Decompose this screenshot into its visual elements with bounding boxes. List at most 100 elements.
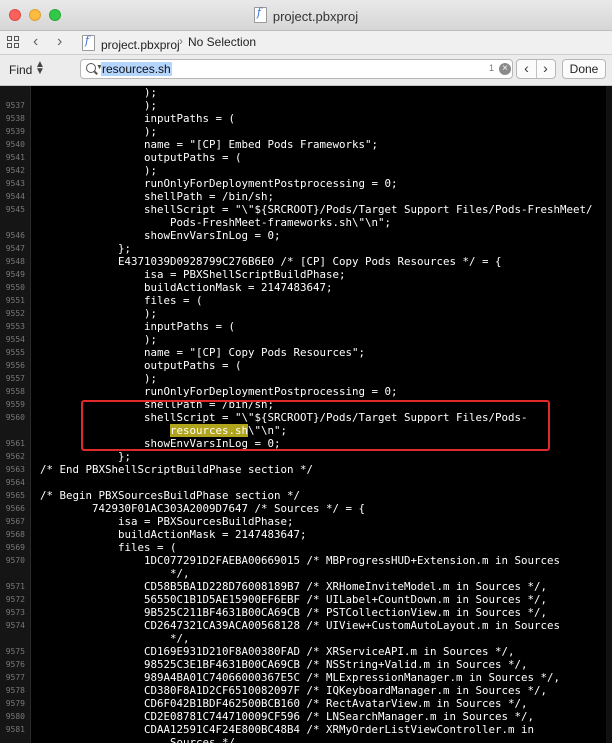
- code-text[interactable]: 989A4BA01C74066000367E5C /* MLExpression…: [40, 671, 560, 684]
- code-text[interactable]: files = (: [40, 541, 177, 554]
- line-number[interactable]: 9557: [0, 372, 25, 385]
- line-number[interactable]: 9539: [0, 125, 25, 138]
- line-number[interactable]: 9553: [0, 320, 25, 333]
- code-text[interactable]: CD380F8A1D2CF6510082097F /* IQKeyboardMa…: [40, 684, 547, 697]
- code-text[interactable]: CD2E08781C744710009CF596 /* LNSearchMana…: [40, 710, 534, 723]
- code-text[interactable]: */,: [40, 567, 190, 580]
- line-number[interactable]: 9580: [0, 710, 25, 723]
- code-text[interactable]: 1DC077291D2FAEBA00669015 /* MBProgressHU…: [40, 554, 560, 567]
- find-mode-selector[interactable]: Find: [9, 63, 32, 77]
- code-text[interactable]: );: [40, 333, 157, 346]
- line-number[interactable]: 9570: [0, 554, 25, 567]
- code-text[interactable]: 742930F01AC303A2009D7647 /* Sources */ =…: [40, 502, 365, 515]
- line-number[interactable]: 9575: [0, 645, 25, 658]
- code-text[interactable]: );: [40, 86, 157, 99]
- line-number[interactable]: 9574: [0, 619, 25, 632]
- forward-chevron-right-icon[interactable]: ›: [57, 33, 62, 51]
- line-number[interactable]: 9561: [0, 437, 25, 450]
- code-text[interactable]: CD169E931D210F8A00380FAD /* XRServiceAPI…: [40, 645, 515, 658]
- code-text[interactable]: inputPaths = (: [40, 320, 235, 333]
- code-text[interactable]: isa = PBXSourcesBuildPhase;: [40, 515, 294, 528]
- line-number[interactable]: 9548: [0, 255, 25, 268]
- done-button[interactable]: Done: [562, 59, 606, 79]
- code-text[interactable]: );: [40, 125, 157, 138]
- code-text[interactable]: isa = PBXShellScriptBuildPhase;: [40, 268, 346, 281]
- code-text[interactable]: );: [40, 372, 157, 385]
- line-number[interactable]: 9537: [0, 99, 25, 112]
- next-match-chevron-right-icon[interactable]: ›: [536, 60, 555, 78]
- line-number[interactable]: 9564: [0, 476, 25, 489]
- updown-chevron-icon[interactable]: ▲ ▼: [35, 60, 45, 77]
- line-number[interactable]: 9551: [0, 294, 25, 307]
- code-text[interactable]: runOnlyForDeploymentPostprocessing = 0;: [40, 385, 398, 398]
- line-number[interactable]: 9547: [0, 242, 25, 255]
- code-text[interactable]: };: [40, 242, 131, 255]
- line-number[interactable]: 9563: [0, 463, 25, 476]
- line-number[interactable]: 9541: [0, 151, 25, 164]
- clear-icon[interactable]: ×: [499, 63, 511, 75]
- code-text[interactable]: CD6F042B1BDF462500BCB160 /* RectAvatarVi…: [40, 697, 528, 710]
- line-number[interactable]: 9558: [0, 385, 25, 398]
- code-editor[interactable]: ); 9537 ); 9538 inputPaths = (9539 ); 9540 …: [0, 86, 612, 743]
- code-text[interactable]: CDAA12591C4F24E800BC48B4 /* XRMyOrderLis…: [40, 723, 534, 736]
- code-text[interactable]: 98525C3E1BF4631B00CA69CB /* NSString+Val…: [40, 658, 528, 671]
- code-text[interactable]: outputPaths = (: [40, 359, 242, 372]
- line-number[interactable]: 9579: [0, 697, 25, 710]
- code-text[interactable]: E4371039D0928799C276B6E0 /* [CP] Copy Po…: [40, 255, 502, 268]
- back-chevron-left-icon[interactable]: ‹: [33, 33, 38, 51]
- code-text[interactable]: buildActionMask = 2147483647;: [40, 281, 333, 294]
- code-text[interactable]: 56550C1B1D5AE15900EF6EBF /* UILabel+Coun…: [40, 593, 547, 606]
- code-text[interactable]: outputPaths = (: [40, 151, 242, 164]
- line-number[interactable]: 9552: [0, 307, 25, 320]
- code-text[interactable]: );: [40, 164, 157, 177]
- previous-match-chevron-left-icon[interactable]: ‹: [517, 60, 537, 78]
- code-text[interactable]: CD58B5BA1D228D76008189B7 /* XRHomeInvite…: [40, 580, 547, 593]
- code-text[interactable]: /* Begin PBXSourcesBuildPhase section */: [40, 489, 300, 502]
- line-number[interactable]: 9567: [0, 515, 25, 528]
- line-number[interactable]: 9538: [0, 112, 25, 125]
- line-number[interactable]: 9540: [0, 138, 25, 151]
- line-number[interactable]: 9565: [0, 489, 25, 502]
- code-text[interactable]: */,: [40, 632, 190, 645]
- jump-bar-file[interactable]: project.pbxproj: [82, 34, 180, 52]
- code-text[interactable]: buildActionMask = 2147483647;: [40, 528, 307, 541]
- line-number[interactable]: 9549: [0, 268, 25, 281]
- line-number[interactable]: 9559: [0, 398, 25, 411]
- search-input[interactable]: resources.sh: [101, 62, 172, 76]
- line-number[interactable]: 9569: [0, 541, 25, 554]
- code-text[interactable]: );: [40, 307, 157, 320]
- line-number[interactable]: 9555: [0, 346, 25, 359]
- line-number[interactable]: 9550: [0, 281, 25, 294]
- line-number[interactable]: 9560: [0, 411, 25, 424]
- line-number[interactable]: 9543: [0, 177, 25, 190]
- jump-bar-selection[interactable]: No Selection: [188, 35, 256, 49]
- code-text[interactable]: );: [40, 99, 157, 112]
- code-text[interactable]: runOnlyForDeploymentPostprocessing = 0;: [40, 177, 398, 190]
- line-number[interactable]: 9571: [0, 580, 25, 593]
- code-text[interactable]: CD2647321CA39ACA00568128 /* UIView+Custo…: [40, 619, 560, 632]
- code-text[interactable]: name = "[CP] Copy Pods Resources";: [40, 346, 365, 359]
- line-number[interactable]: 9542: [0, 164, 25, 177]
- vertical-scrollbar[interactable]: [606, 86, 612, 743]
- line-number[interactable]: 9546: [0, 229, 25, 242]
- code-text[interactable]: files = (: [40, 294, 203, 307]
- code-text[interactable]: shellScript = "\"${SRCROOT}/Pods/Target …: [40, 203, 593, 216]
- line-number[interactable]: 9573: [0, 606, 25, 619]
- line-number[interactable]: 9562: [0, 450, 25, 463]
- line-number[interactable]: 9566: [0, 502, 25, 515]
- line-number[interactable]: 9581: [0, 723, 25, 736]
- code-text[interactable]: Pods-FreshMeet-frameworks.sh\"\n";: [40, 216, 391, 229]
- line-number[interactable]: 9544: [0, 190, 25, 203]
- line-number[interactable]: 9572: [0, 593, 25, 606]
- magnifier-icon[interactable]: [86, 63, 96, 73]
- code-text[interactable]: shellPath = /bin/sh;: [40, 190, 274, 203]
- line-number[interactable]: 9578: [0, 684, 25, 697]
- line-number[interactable]: 9576: [0, 658, 25, 671]
- code-text[interactable]: /* End PBXShellScriptBuildPhase section …: [40, 463, 313, 476]
- search-field[interactable]: ▼ resources.sh 1 ×: [80, 59, 513, 79]
- code-text[interactable]: };: [40, 450, 131, 463]
- code-text[interactable]: inputPaths = (: [40, 112, 235, 125]
- line-number[interactable]: 9556: [0, 359, 25, 372]
- related-items-icon[interactable]: [7, 36, 20, 49]
- line-number[interactable]: 9577: [0, 671, 25, 684]
